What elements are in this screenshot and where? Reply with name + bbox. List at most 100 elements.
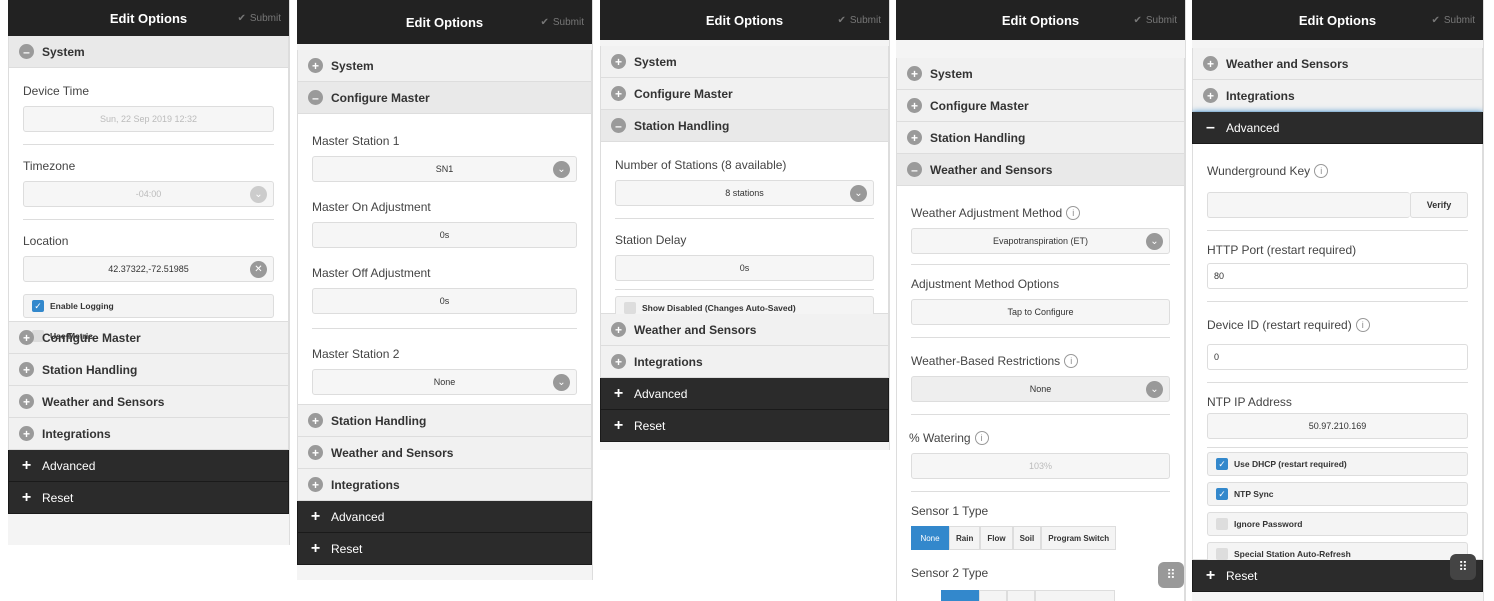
panel-weather-sensors: Edit Options ✔ Submit + System + Configure … (896, 0, 1186, 601)
device-id-label: Device ID (restart required) i (1207, 302, 1468, 344)
section-advanced[interactable]: + Advanced (8, 450, 289, 482)
info-icon[interactable]: i (1355, 318, 1370, 332)
section-configure-master[interactable]: + Configure Master (8, 322, 289, 354)
info-icon[interactable]: i (1314, 164, 1329, 178)
section-reset[interactable]: + Reset (297, 533, 592, 565)
verify-button[interactable]: Verify (1410, 192, 1468, 218)
timezone-select[interactable]: -04:00 ⌄ (23, 181, 274, 207)
grid-menu-icon[interactable]: ⠿ (1450, 554, 1476, 580)
section-advanced[interactable]: – Advanced (1192, 112, 1483, 144)
section-weather-sensors[interactable]: + Weather and Sensors (297, 437, 592, 469)
section-system[interactable]: – System (8, 36, 289, 68)
section-reset[interactable]: + Reset (8, 482, 289, 514)
master-on-adjustment-field[interactable]: 0s (312, 222, 577, 248)
section-station-handling[interactable]: + Station Handling (8, 354, 289, 386)
checkbox-checked-icon: ✓ (32, 300, 44, 312)
minus-icon: – (907, 162, 922, 177)
section-station-handling[interactable]: + Station Handling (896, 122, 1185, 154)
check-icon: ✔ (1133, 14, 1142, 26)
sensor-type-program-switch-button[interactable]: Program Switch (1041, 526, 1117, 550)
master-station-1-select[interactable]: SN1 ⌄ (312, 156, 577, 182)
advanced-body: Wunderground Key i Verify HTTP Port (rest… (1192, 144, 1483, 566)
info-icon[interactable]: i (974, 431, 989, 445)
master-station-2-label: Master Station 2 (312, 347, 400, 361)
grid-menu-icon[interactable]: ⠿ (1158, 562, 1184, 588)
adjustment-options-button[interactable]: Tap to Configure (911, 299, 1170, 325)
submit-button[interactable]: ✔ Submit (837, 0, 881, 40)
location-field[interactable]: 42.37322,-72.51985 ✕ (23, 256, 274, 282)
chevron-down-icon: ⌄ (250, 186, 267, 203)
submit-button[interactable]: ✔ Submit (1133, 0, 1177, 40)
section-advanced[interactable]: + Advanced (297, 501, 592, 533)
header-title: Edit Options (405, 14, 484, 30)
ntp-ip-input[interactable]: 50.97.210.169 (1207, 413, 1468, 439)
sensor-2-button[interactable] (979, 590, 1007, 601)
station-delay-label: Station Delay (615, 233, 687, 247)
section-integrations[interactable]: + Integrations (297, 469, 592, 501)
number-of-stations-select[interactable]: 8 stations ⌄ (615, 180, 874, 206)
section-configure-master[interactable]: + Configure Master (896, 90, 1185, 122)
master-station-1-label: Master Station 1 (312, 134, 400, 148)
submit-button[interactable]: ✔ Submit (1431, 0, 1475, 40)
master-station-2-select[interactable]: None ⌄ (312, 369, 577, 395)
enable-logging-checkbox[interactable]: ✓ Enable Logging (23, 294, 274, 318)
device-id-input[interactable]: 0 (1207, 344, 1468, 370)
section-weather-sensors[interactable]: – Weather and Sensors (896, 154, 1185, 186)
ignore-password-checkbox[interactable]: Ignore Password (1207, 512, 1468, 536)
section-integrations[interactable]: + Integrations (8, 418, 289, 450)
watering-label: % Watering i (909, 415, 1170, 453)
section-weather-sensors[interactable]: + Weather and Sensors (600, 314, 889, 346)
section-system[interactable]: + System (297, 50, 592, 82)
section-reset[interactable]: + Reset (1192, 560, 1483, 592)
section-integrations[interactable]: + Integrations (600, 346, 889, 378)
use-dhcp-checkbox[interactable]: ✓ Use DHCP (restart required) (1207, 452, 1468, 476)
http-port-input[interactable]: 80 (1207, 263, 1468, 289)
sensor-type-rain-button[interactable]: Rain (949, 526, 981, 550)
section-system[interactable]: + System (896, 58, 1185, 90)
section-weather-sensors[interactable]: + Weather and Sensors (8, 386, 289, 418)
section-configure-master[interactable]: – Configure Master (297, 82, 592, 114)
station-delay-field[interactable]: 0s (615, 255, 874, 281)
wunderground-key-input[interactable] (1207, 192, 1410, 218)
sensor-type-soil-button[interactable]: Soil (1012, 526, 1042, 550)
section-system[interactable]: + System (600, 46, 889, 78)
section-configure-master[interactable]: + Configure Master (600, 78, 889, 110)
minus-icon: – (1206, 118, 1215, 136)
plus-icon: + (308, 477, 323, 492)
sensor-2-selected-button[interactable] (941, 590, 979, 601)
clear-icon[interactable]: ✕ (250, 261, 267, 278)
weather-restrictions-label: Weather-Based Restrictions i (911, 338, 1170, 376)
section-reset[interactable]: + Reset (600, 410, 889, 442)
sensor-2-button[interactable] (1007, 590, 1035, 601)
submit-button[interactable]: ✔ Submit (237, 0, 281, 36)
plus-icon: + (611, 54, 626, 69)
info-icon[interactable]: i (1064, 354, 1079, 368)
section-station-handling[interactable]: – Station Handling (600, 110, 889, 142)
minus-icon: – (308, 90, 323, 105)
weather-method-label: Weather Adjustment Method i (911, 186, 1170, 228)
number-of-stations-label: Number of Stations (8 available) (615, 158, 787, 172)
header-bar: Edit Options ✔ Submit (896, 0, 1185, 40)
sensor-type-flow-button[interactable]: Flow (980, 526, 1013, 550)
check-icon: ✔ (540, 16, 549, 28)
weather-restrictions-select[interactable]: None ⌄ (911, 376, 1170, 402)
weather-method-select[interactable]: Evapotranspiration (ET) ⌄ (911, 228, 1170, 254)
checkbox-checked-icon: ✓ (1216, 458, 1228, 470)
section-weather-sensors[interactable]: + Weather and Sensors (1192, 48, 1483, 80)
section-station-handling[interactable]: + Station Handling (297, 405, 592, 437)
panel-system: Edit Options ✔ Submit – System Device Time… (8, 0, 290, 545)
header-title: Edit Options (705, 12, 784, 28)
chevron-down-icon: ⌄ (1146, 233, 1163, 250)
section-advanced[interactable]: + Advanced (600, 378, 889, 410)
wunderground-key-label: Wunderground Key i (1207, 144, 1468, 192)
info-icon[interactable]: i (1066, 206, 1081, 220)
sensor-type-none-button[interactable]: None (911, 526, 949, 550)
submit-button[interactable]: ✔ Submit (540, 0, 584, 44)
ntp-sync-checkbox[interactable]: ✓ NTP Sync (1207, 482, 1468, 506)
plus-icon: + (310, 539, 321, 557)
device-time-field: Sun, 22 Sep 2019 12:32 (23, 106, 274, 132)
check-icon: ✔ (1431, 14, 1440, 26)
section-integrations[interactable]: + Integrations (1192, 80, 1483, 112)
master-off-adjustment-field[interactable]: 0s (312, 288, 577, 314)
sensor-2-button[interactable] (1035, 590, 1115, 601)
